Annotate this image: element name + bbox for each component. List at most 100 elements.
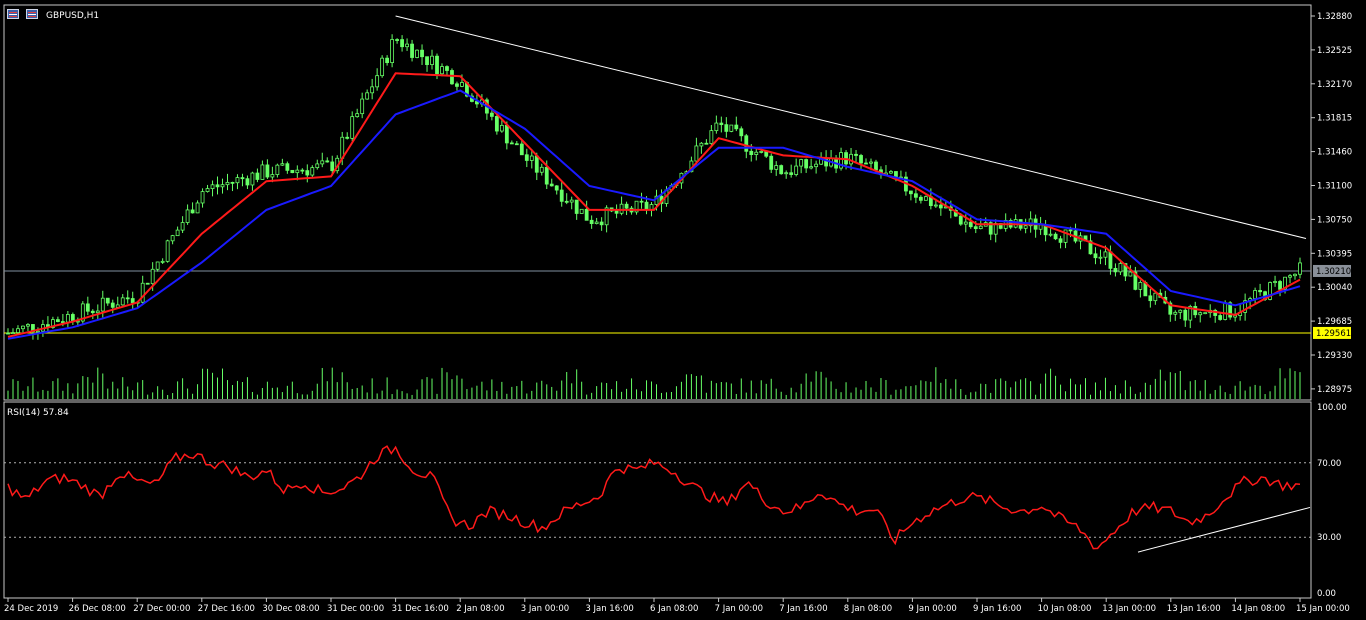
candle-body <box>1273 281 1277 283</box>
rsi-title: RSI(14) 57.84 <box>7 408 69 418</box>
candle-body <box>933 204 938 207</box>
time-axis-label: 6 Jan 08:00 <box>650 604 698 614</box>
candle-body <box>1053 233 1058 240</box>
candle-body <box>1048 233 1053 236</box>
time-axis-label: 14 Jan 08:00 <box>1231 604 1285 614</box>
candle-body <box>460 82 464 87</box>
chart-properties-icon[interactable] <box>26 9 38 19</box>
price-axis-label: 1.32170 <box>1317 80 1352 90</box>
time-axis-label: 3 Jan 00:00 <box>521 604 569 614</box>
rsi-axis-label: 0.00 <box>1317 589 1336 599</box>
price-axis-label: 1.32525 <box>1317 46 1352 56</box>
candle-body <box>869 161 873 164</box>
candle-body <box>968 221 973 228</box>
candle-body <box>300 169 305 172</box>
candle-body <box>759 151 764 153</box>
candle-body <box>739 128 744 137</box>
candle-body <box>415 49 419 58</box>
candle-body <box>744 135 749 152</box>
candle-body <box>509 142 514 145</box>
candle-body <box>1223 302 1228 320</box>
candle-body <box>425 56 429 65</box>
price-axis-label: 1.31100 <box>1317 182 1352 192</box>
candle-body <box>395 39 399 41</box>
time-axis-label: 2 Jan 08:00 <box>456 604 504 614</box>
price-axis-label: 1.30395 <box>1317 249 1352 259</box>
candle-body <box>140 282 145 303</box>
candle-body <box>370 86 375 94</box>
candle-body <box>804 159 809 169</box>
candle-body <box>579 208 584 214</box>
candle-body <box>225 181 230 186</box>
candle-body <box>1113 267 1118 273</box>
candle-body <box>410 43 414 58</box>
candle-body <box>60 321 65 323</box>
candle-body <box>245 178 250 186</box>
candle-body <box>100 297 105 312</box>
price-axis-label: 1.32880 <box>1317 12 1352 22</box>
chart-canvas: 1.32880 1.32525 1.32170 1.31815 1.31460 1.311… <box>3 4 1352 614</box>
candle-body <box>724 124 729 132</box>
candle-body <box>55 319 60 322</box>
candle-body <box>215 184 220 188</box>
candle-body <box>734 124 739 130</box>
candle-body <box>564 200 569 203</box>
candle-body <box>305 170 310 176</box>
candle-body <box>549 183 554 187</box>
price-axis-label: 1.28975 <box>1317 385 1352 395</box>
candle-body <box>694 145 699 162</box>
candle-body <box>160 260 165 263</box>
candle-body <box>1298 262 1302 275</box>
candle-body <box>559 189 564 202</box>
candle-body <box>1128 271 1133 277</box>
candle-body <box>619 203 624 214</box>
candle-body <box>499 124 504 132</box>
candle-body <box>275 164 280 175</box>
candle-body <box>180 222 185 231</box>
candle-body <box>385 57 390 64</box>
candle-body <box>230 181 235 184</box>
candle-body <box>1173 311 1178 315</box>
candle-body <box>584 208 589 221</box>
candle-body <box>280 163 285 166</box>
chart-window-icon[interactable] <box>7 9 19 19</box>
candle-body <box>110 302 115 308</box>
candle-body <box>430 55 434 65</box>
candle-body <box>440 66 444 75</box>
candle-body <box>1278 281 1282 290</box>
candle-body <box>938 204 943 209</box>
candle-body <box>6 332 10 335</box>
candle-body <box>165 240 170 262</box>
candle-body <box>539 166 544 173</box>
candle-body <box>380 57 385 77</box>
candle-body <box>1218 315 1223 320</box>
candle-body <box>400 39 404 48</box>
candle-body <box>200 191 205 204</box>
candle-body <box>250 172 255 186</box>
rsi-line <box>7 445 1301 550</box>
candle-body <box>320 160 325 165</box>
candle-body <box>963 221 968 225</box>
price-axis-label: 1.29685 <box>1317 317 1352 327</box>
price-axis-label: 1.31815 <box>1317 114 1352 124</box>
candle-body <box>519 143 524 156</box>
candle-body <box>1023 225 1028 229</box>
time-axis-label: 26 Dec 08:00 <box>69 604 126 614</box>
candle-body <box>958 215 963 225</box>
candle-body <box>594 221 599 225</box>
candle-body <box>729 124 734 132</box>
candle-body <box>26 324 30 327</box>
candle-body <box>315 163 320 169</box>
candle-body <box>435 55 439 75</box>
candle-body <box>270 174 275 178</box>
rsi-trendline <box>1137 506 1311 553</box>
candle-body <box>355 113 360 118</box>
candle-body <box>1148 295 1153 302</box>
candle-body <box>909 190 913 195</box>
candle-body <box>614 210 619 214</box>
candle-body <box>1293 273 1297 277</box>
time-axis-label: 3 Jan 16:00 <box>585 604 633 614</box>
candle-body <box>514 143 519 146</box>
candle-body <box>1093 253 1098 259</box>
candle-body <box>889 171 893 174</box>
